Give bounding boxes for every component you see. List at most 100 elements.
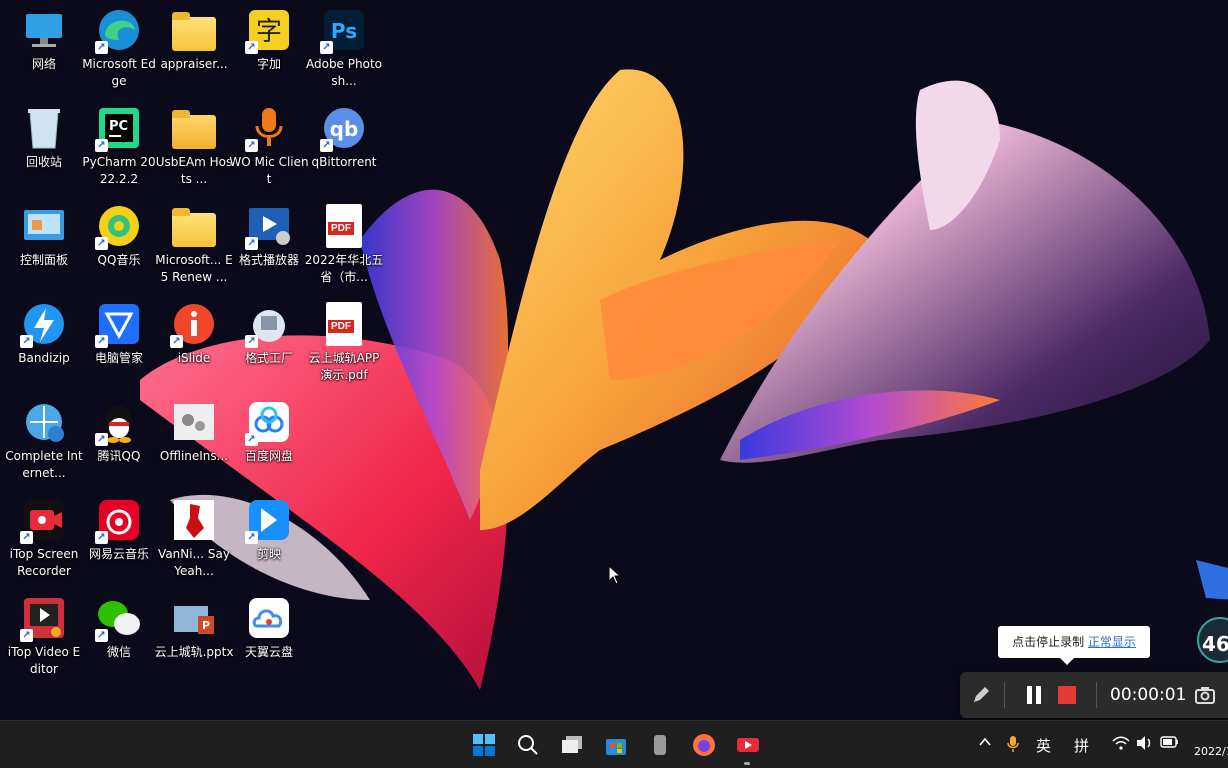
pdf-app-icon: PDF [320,300,368,348]
desktop-icon-label: WO Mic Client [229,155,309,186]
stop-icon[interactable] [1058,686,1076,704]
desktop-icon-label: iTop Screen Recorder [9,547,79,578]
desktop-icon-label: 微信 [106,645,131,659]
edge-floating-widget[interactable]: 46 [1196,560,1228,670]
desktop-icon-islide[interactable]: ↗ iSlide [156,300,232,367]
desktop-icon-label: Adobe Photosh... [305,57,382,88]
desktop-icon-pc-manager[interactable]: ↗ 电脑管家 [81,300,157,367]
appraiser-icon [170,6,218,54]
pycharm-icon: PC ↗ [95,104,143,152]
desktop-icon-label: 字加 [256,57,281,71]
desktop-icon-appraiser[interactable]: appraiser... [156,6,232,73]
desktop-icon-label: 天翼云盘 [244,645,293,659]
svg-text:PC: PC [109,119,128,134]
shortcut-arrow-icon: ↗ [320,41,333,54]
desktop-icon-label: QQ音乐 [97,253,141,267]
taskbar: 英 拼 2022/1 [0,720,1228,768]
desktop-icon-format-player[interactable]: ↗ 格式播放器 [231,202,307,269]
shortcut-arrow-icon: ↗ [245,433,258,446]
desktop-icon-pptx[interactable]: P 云上城轨.pptx [155,594,233,661]
ime-mode[interactable]: 拼 [1074,735,1089,756]
desktop-icon-photoshop[interactable]: Ps ↗ Adobe Photosh... [306,6,382,90]
svg-text:字: 字 [256,17,282,47]
edge-icon: ↗ [95,6,143,54]
camera-icon[interactable] [1194,685,1216,709]
shortcut-arrow-icon: ↗ [170,335,183,348]
desktop-icon-recycle-bin[interactable]: 回收站 [6,104,82,171]
store-icon [606,739,626,755]
network-icon [20,6,68,54]
desktop-icon-label: OfflineIns... [159,449,229,463]
desktop-icon-zijia[interactable]: 字 ↗ 字加 [231,6,307,73]
taskbar-store[interactable] [600,729,632,761]
task-view-icon [562,736,582,753]
pen-icon[interactable] [970,684,992,710]
desktop-icon-label: Complete Internet... [5,449,83,480]
svg-text:Ps: Ps [331,19,357,43]
svg-text:qb: qb [330,117,359,141]
desktop-icon-pdf-2022[interactable]: PDF 2022年华北五省（市... [304,202,384,286]
desktop-icon-itop-video[interactable]: ↗ iTop Video Editor [6,594,82,678]
desktop-icon-usbeam[interactable]: UsbEAm Hosts ... [156,104,232,188]
desktop-icon-label: iSlide [177,351,211,365]
desktop-icon-qq-music[interactable]: ↗ QQ音乐 [81,202,157,269]
desktop-icon-wechat[interactable]: ↗ 微信 [81,594,157,661]
recycle-bin-icon [20,104,68,152]
desktop-icon-network[interactable]: 网络 [6,6,82,73]
app-icon [654,735,666,755]
desktop-icon-label: 云上城轨APP演示.pdf [308,351,380,382]
wifi-icon[interactable] [1112,735,1130,755]
format-player-icon: ↗ [245,202,293,250]
desktop-icon-label: 电脑管家 [94,351,143,365]
desktop-icon-vanni[interactable]: VanNi... Say Yeah... [156,496,232,580]
desktop-icon-label: 控制面板 [19,253,68,267]
itop-video-icon: ↗ [20,594,68,642]
volume-icon[interactable] [1136,735,1154,755]
qbittorrent-icon: qb ↗ [320,104,368,152]
desktop-icon-e5-renew[interactable]: Microsoft... E5 Renew ... [155,202,233,286]
ime-language[interactable]: 英 [1036,735,1051,756]
shortcut-arrow-icon: ↗ [245,237,258,250]
desktop-icon-netease-music[interactable]: ↗ 网易云音乐 [81,496,157,563]
shortcut-arrow-icon: ↗ [245,335,258,348]
mouse-cursor [608,565,622,585]
desktop-icon-itop-recorder[interactable]: ↗ iTop Screen Recorder [6,496,82,580]
clock-date[interactable]: 2022/1 [1194,745,1228,758]
microphone-icon[interactable] [1006,735,1020,757]
search-icon [518,735,538,755]
desktop-icon-control-panel[interactable]: 控制面板 [6,202,82,269]
normal-display-link[interactable]: 正常显示 [1088,635,1136,649]
desktop-icon-label: 百度网盘 [244,449,293,463]
desktop-icon-wo-mic[interactable]: ↗ WO Mic Client [229,104,309,188]
desktop-icon-bandizip[interactable]: ↗ Bandizip [6,300,82,367]
desktop-icon-pycharm[interactable]: PC ↗ PyCharm 2022.2.2 [81,104,157,188]
shortcut-arrow-icon: ↗ [245,41,258,54]
search-button[interactable] [512,729,544,761]
taskbar-itop-recorder[interactable] [732,729,764,761]
chevron-up-icon[interactable] [978,735,992,753]
taskbar-firefox[interactable] [688,729,720,761]
desktop-icon-label: 2022年华北五省（市... [304,253,384,284]
divider [1004,682,1005,708]
desktop-icon-complete-internet[interactable]: Complete Internet... [5,398,83,482]
recording-timer: 00:00:01 [1110,685,1187,705]
shortcut-arrow-icon: ↗ [95,531,108,544]
desktop-icon-qq[interactable]: ↗ 腾讯QQ [81,398,157,465]
divider [1096,682,1097,708]
desktop-icon-label: Bandizip [18,351,70,365]
desktop-icon-qbittorrent[interactable]: qb ↗ qBittorrent [306,104,382,171]
desktop-icon-offlineins[interactable]: OfflineIns... [156,398,232,465]
complete-internet-icon [20,398,68,446]
start-button[interactable] [468,729,500,761]
taskbar-app-gray[interactable] [644,729,676,761]
desktop-icon-baidu-pan[interactable]: ↗ 百度网盘 [231,398,307,465]
battery-icon[interactable] [1160,735,1180,753]
desktop-icon-tianyi-cloud[interactable]: 天翼云盘 [231,594,307,661]
desktop-icon-format-factory[interactable]: ↗ 格式工厂 [231,300,307,367]
desktop-icon-pdf-app[interactable]: PDF 云上城轨APP演示.pdf [306,300,382,384]
pause-icon[interactable] [1024,685,1044,709]
task-view-button[interactable] [556,729,588,761]
desktop-icon-jianying[interactable]: ↗ 剪映 [231,496,307,563]
desktop-icon-edge[interactable]: ↗ Microsoft Edge [81,6,157,90]
shortcut-arrow-icon: ↗ [20,335,33,348]
